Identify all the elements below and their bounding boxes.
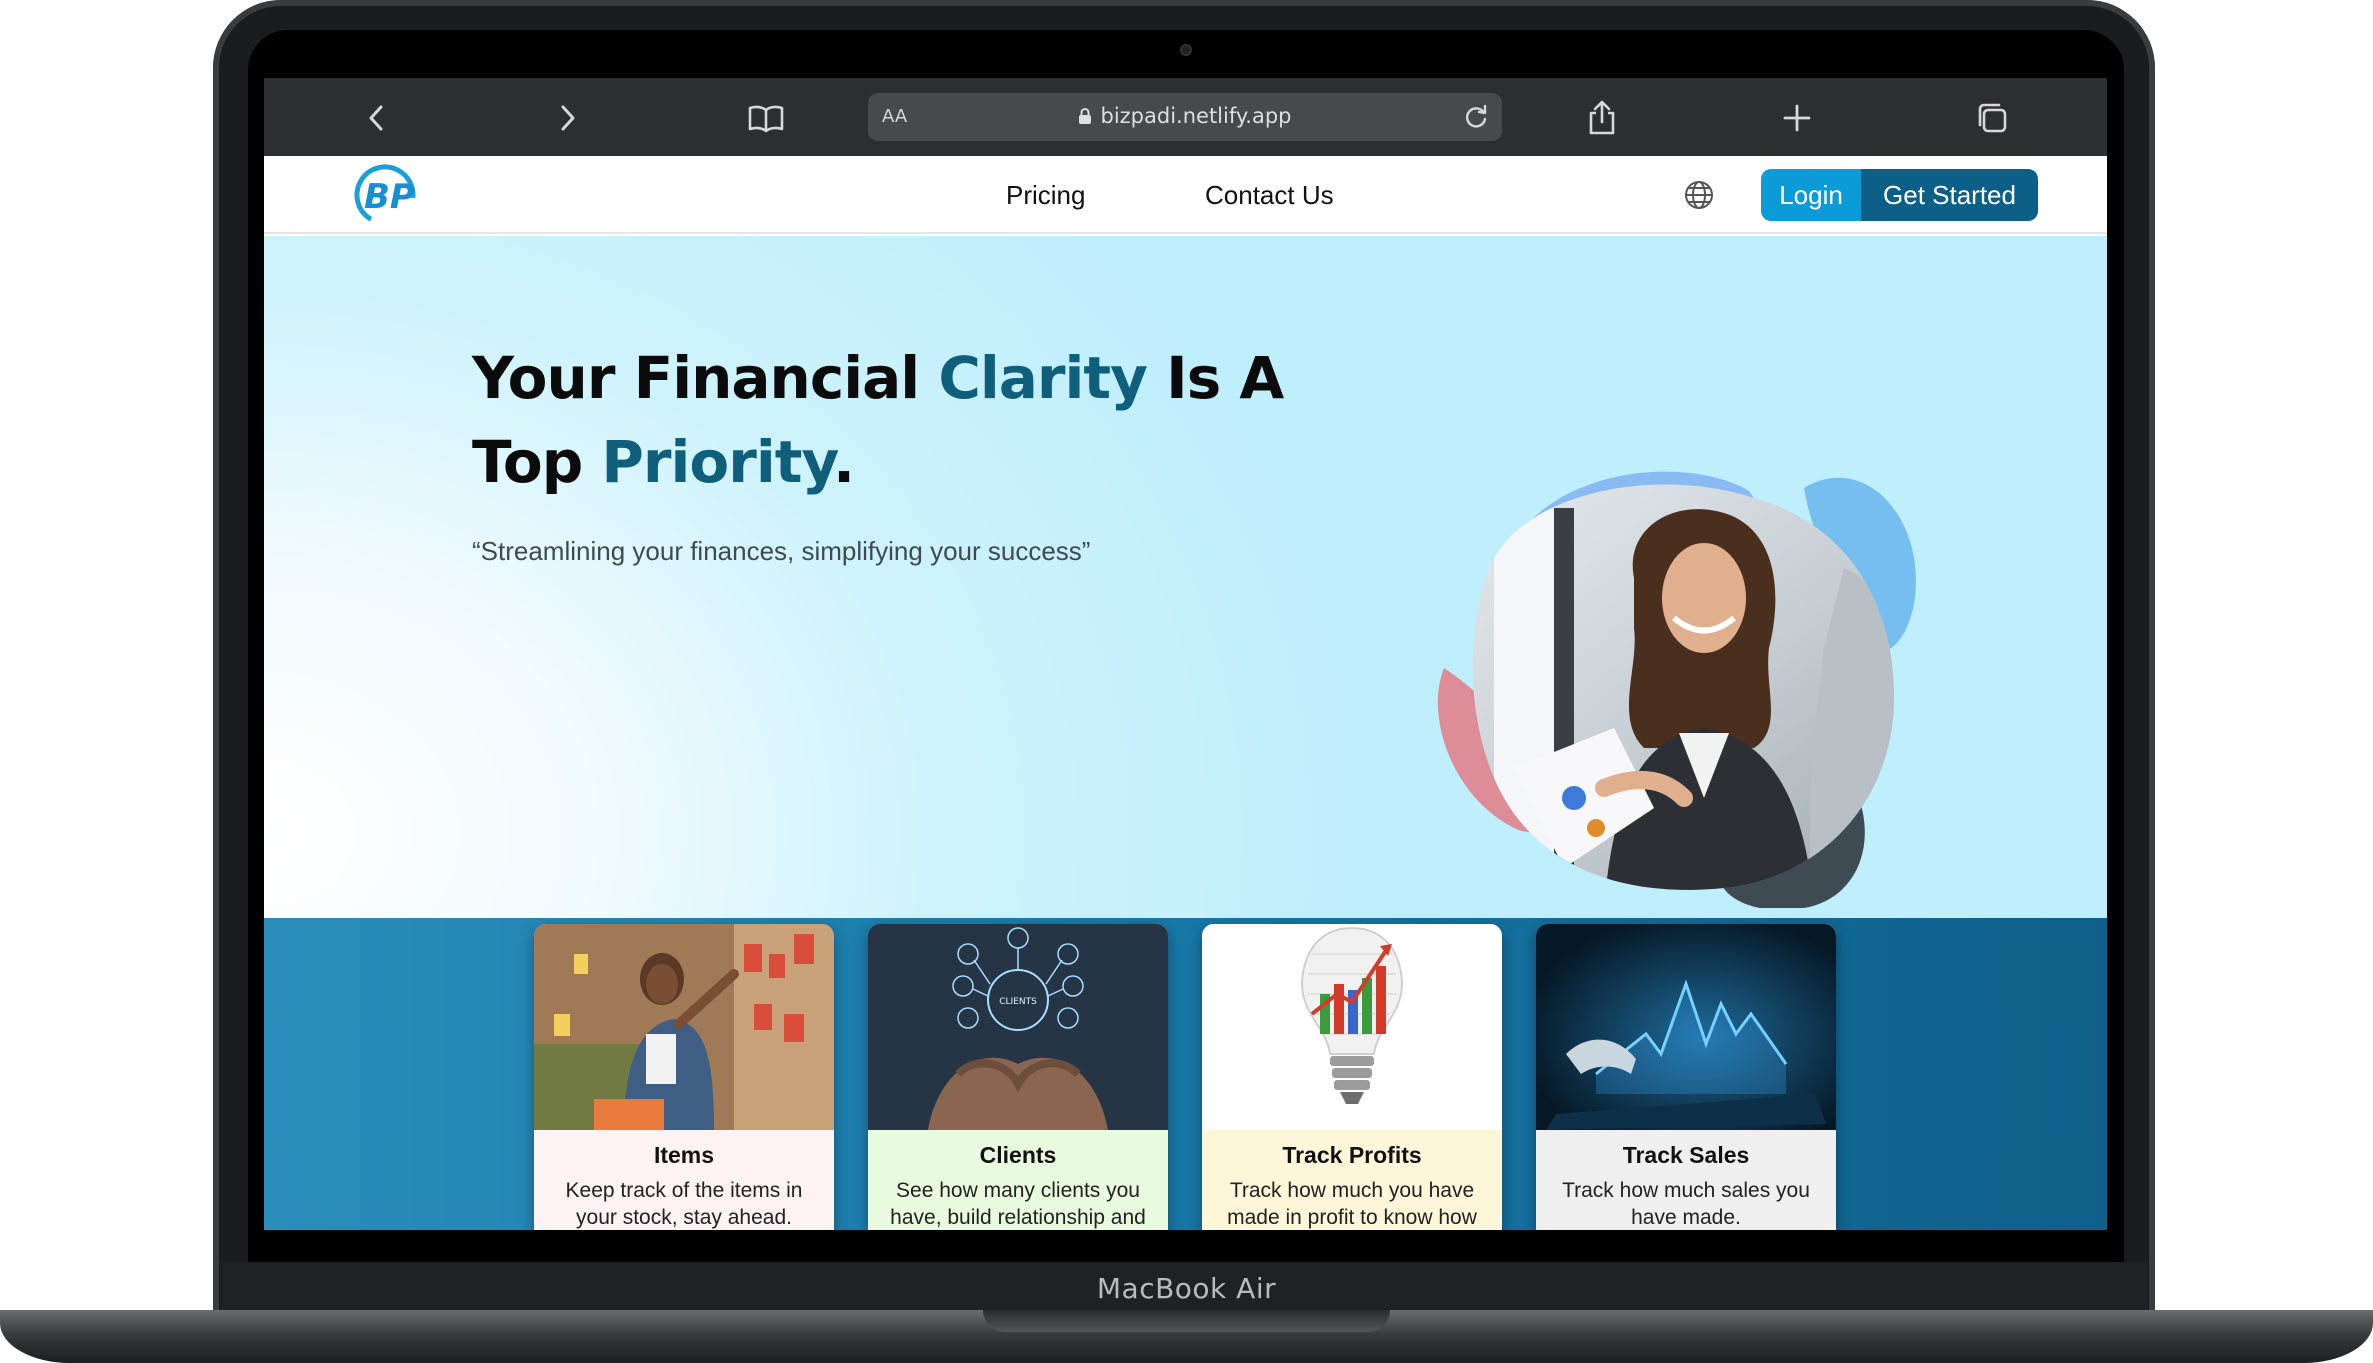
new-tab-icon[interactable] (1775, 96, 1819, 140)
get-started-button[interactable]: Get Started (1861, 169, 2038, 221)
items-card-text: Keep track of the items in your stock, s… (565, 1179, 803, 1229)
hero-title: Your Financial Clarity Is A Top Priority… (472, 344, 1284, 496)
profits-card-image (1202, 924, 1502, 1130)
hero-title-accent-priority: Priority (601, 428, 834, 496)
device-label: MacBook Air (1096, 1272, 1277, 1305)
stage: AA bizpadi.netlify.app BP Pricing Contac… (0, 0, 2373, 1363)
feature-card-track-profits[interactable]: Track Profits Track how much you have ma… (1202, 924, 1502, 1230)
profits-card-title: Track Profits (1282, 1142, 1422, 1168)
address-bar[interactable]: AA bizpadi.netlify.app (868, 93, 1502, 141)
website: BP Pricing Contact Us Login Get Started … (264, 156, 2107, 1230)
feature-card-clients[interactable]: CLIENTS Clients See how many clients you… (868, 924, 1168, 1230)
clients-card-title: Clients (979, 1142, 1057, 1168)
tabs-overview-icon[interactable] (1970, 96, 2014, 140)
reload-icon[interactable] (1460, 101, 1492, 133)
camera (1180, 44, 1192, 56)
feature-card-track-sales[interactable]: Track Sales Track how much sales you hav… (1536, 924, 1836, 1230)
url-display[interactable]: bizpadi.netlify.app (868, 104, 1502, 128)
items-card-image (534, 924, 834, 1130)
hero-photo (1437, 471, 1916, 908)
nav-link-pricing[interactable]: Pricing (1006, 180, 1085, 211)
browser-toolbar: AA bizpadi.netlify.app (264, 78, 2107, 156)
profits-card-text: Track how much you have made in profit t… (1227, 1179, 1477, 1229)
clients-card-image: CLIENTS (868, 924, 1168, 1130)
bookmarks-icon[interactable] (744, 96, 788, 140)
auth-button-group: Login Get Started (1761, 169, 2038, 221)
bp-logo[interactable]: BP (352, 162, 418, 228)
login-button[interactable]: Login (1761, 169, 1861, 221)
url-text: bizpadi.netlify.app (1100, 104, 1292, 128)
clients-card-text: See how many clients you have, build rel… (890, 1179, 1146, 1229)
items-card-title: Items (653, 1142, 715, 1168)
site-nav: BP Pricing Contact Us Login Get Started (264, 156, 2107, 234)
share-icon[interactable] (1580, 96, 1624, 140)
sales-card-title: Track Sales (1622, 1142, 1750, 1168)
lock-icon (1079, 108, 1092, 124)
screen: AA bizpadi.netlify.app BP Pricing Contac… (264, 78, 2107, 1230)
hero-title-accent-clarity: Clarity (938, 344, 1148, 412)
hero-tagline: “Streamlining your finances, simplifying… (472, 536, 1091, 566)
feature-card-items[interactable]: Items Keep track of the items in your st… (534, 924, 834, 1230)
sales-card-image (1536, 924, 1836, 1130)
laptop-notch (983, 1310, 1390, 1332)
back-icon[interactable] (354, 96, 398, 140)
sales-card-text: Track how much sales you have made. (1562, 1179, 1810, 1229)
globe-icon[interactable] (1682, 178, 1716, 212)
forward-icon[interactable] (546, 96, 590, 140)
clients-image-label: CLIENTS (999, 997, 1037, 1007)
nav-link-contact-us[interactable]: Contact Us (1205, 180, 1334, 211)
logo-text: BP (364, 177, 415, 217)
